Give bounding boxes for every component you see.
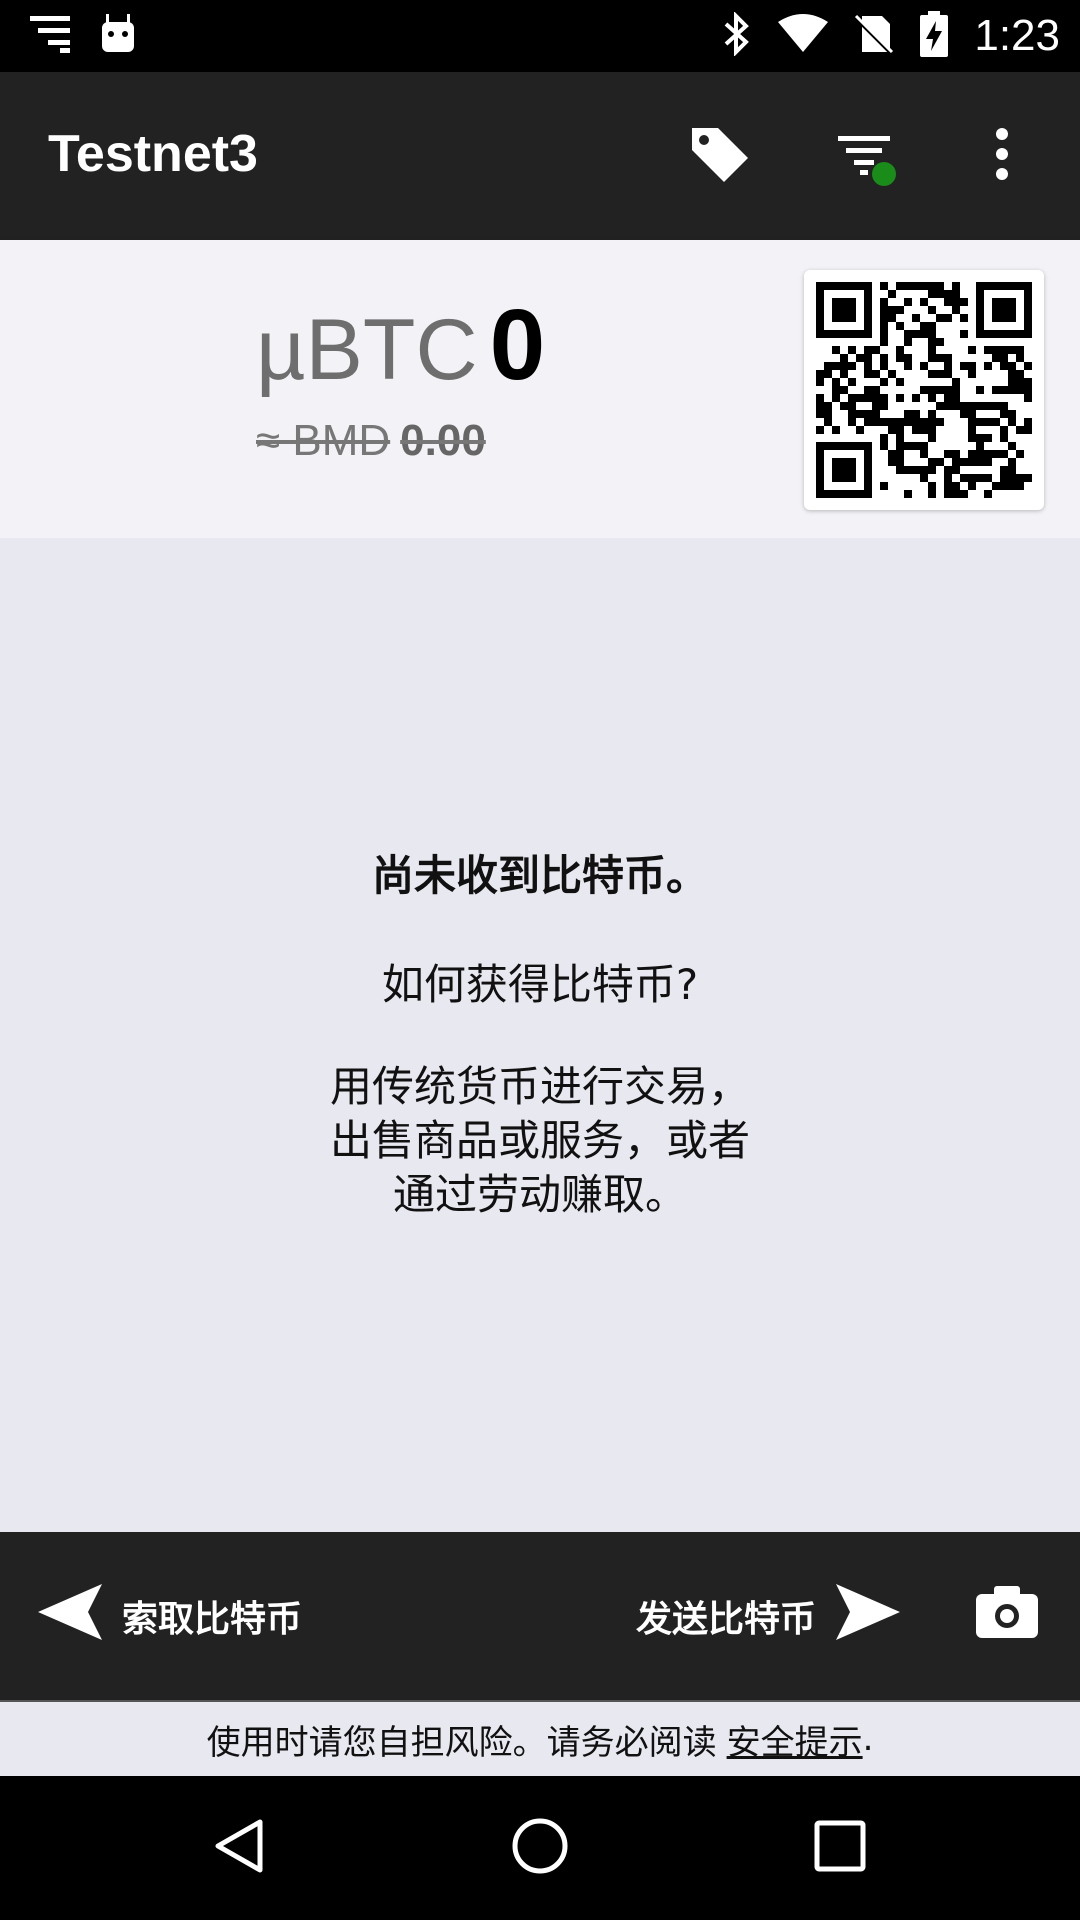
- status-time: 1:23: [974, 11, 1060, 60]
- more-vert-icon: [992, 126, 1012, 186]
- app-title: Testnet3: [48, 125, 258, 183]
- notification-lines-icon: [30, 14, 74, 58]
- back-triangle-icon: [210, 1816, 270, 1880]
- app-bar: Testnet3: [0, 72, 1080, 240]
- recents-square-icon: [812, 1818, 868, 1878]
- label-tag-icon: [688, 122, 752, 190]
- fiat-amount: 0.00: [400, 416, 486, 465]
- wifi-icon: [778, 14, 829, 58]
- request-coins-button[interactable]: 索取比特币: [38, 1574, 302, 1658]
- safety-notes-link[interactable]: 安全提示: [727, 1715, 863, 1764]
- disclaimer-suffix: .: [862, 1719, 874, 1759]
- empty-state-question: 如何获得比特币?: [381, 960, 699, 1009]
- battery-charging-icon: [920, 11, 949, 61]
- camera-icon: [976, 1585, 1038, 1647]
- btc-unit: µBTC: [256, 302, 478, 398]
- nav-back-button[interactable]: [192, 1812, 288, 1884]
- receive-qr-code[interactable]: [804, 270, 1044, 510]
- btc-balance[interactable]: µBTC 0: [256, 288, 545, 403]
- qr-code-image: [816, 282, 1032, 498]
- disclaimer-text: 使用时请您自担风险。请务必阅读: [206, 1722, 717, 1763]
- disclaimer-bar: 使用时请您自担风险。请务必阅读 安全提示 .: [0, 1702, 1080, 1776]
- bottom-action-bar: 索取比特币 发送比特币: [0, 1532, 1080, 1700]
- empty-state-body: 用传统货币进行交易， 出售商品或服务，或者 通过劳动赚取。: [329, 1062, 750, 1219]
- no-sim-icon: [854, 14, 894, 58]
- send-arrow-icon: [834, 1583, 901, 1649]
- fiat-prefix: ≈ BMD: [256, 416, 391, 465]
- bluetooth-icon: [722, 11, 752, 60]
- request-arrow-icon: [38, 1583, 104, 1649]
- transactions-area: 尚未收到比特币。 如何获得比特币? 用传统货币进行交易， 出售商品或服务，或者 …: [0, 538, 1080, 1532]
- android-icon: [98, 14, 138, 58]
- empty-state-title: 尚未收到比特币。: [371, 851, 708, 900]
- scan-qr-button[interactable]: [976, 1574, 1038, 1658]
- fiat-balance: ≈ BMD 0.00: [256, 416, 486, 466]
- label-tag-button[interactable]: [684, 120, 756, 192]
- filter-icon: [832, 124, 896, 188]
- status-bar: 1:23: [0, 0, 1080, 72]
- home-circle-icon: [510, 1816, 570, 1880]
- nav-recents-button[interactable]: [792, 1812, 888, 1884]
- balance-card: µBTC 0 ≈ BMD 0.00: [0, 240, 1080, 538]
- more-options-button[interactable]: [966, 120, 1038, 192]
- send-coins-label: 发送比特币: [636, 1599, 817, 1640]
- btc-amount: 0: [489, 289, 546, 401]
- empty-state: 尚未收到比特币。 如何获得比特币? 用传统货币进行交易， 出售商品或服务，或者 …: [0, 842, 1080, 1222]
- system-navigation-bar: [0, 1776, 1080, 1920]
- request-coins-label: 索取比特币: [122, 1599, 303, 1640]
- nav-home-button[interactable]: [492, 1812, 588, 1884]
- send-coins-button[interactable]: 发送比特币: [636, 1574, 901, 1658]
- filter-button[interactable]: [828, 120, 900, 192]
